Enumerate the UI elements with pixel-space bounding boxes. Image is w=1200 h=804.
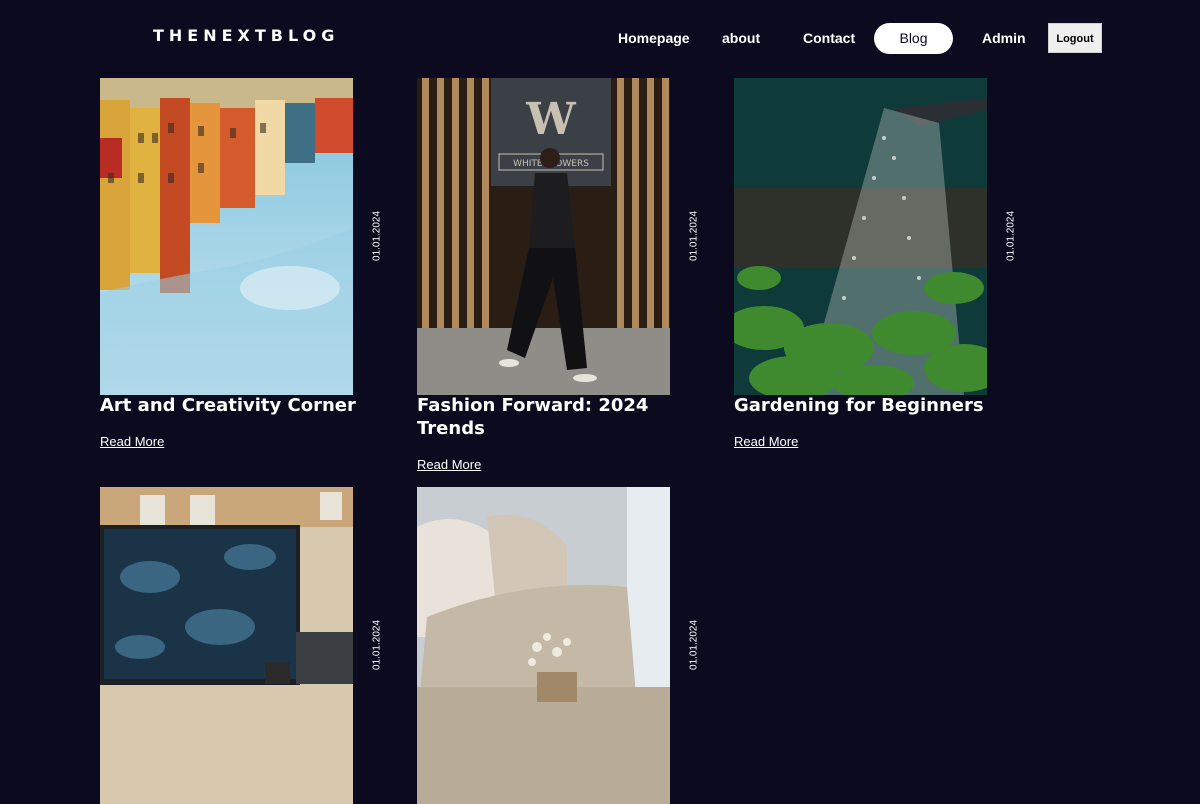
read-more-link[interactable]: Read More: [417, 457, 481, 472]
nav-homepage[interactable]: Homepage: [618, 23, 690, 54]
post-image-fashion-model[interactable]: W WHITE FLOWERS: [417, 78, 670, 395]
post-image-canal-reflection[interactable]: [100, 78, 353, 395]
post-title[interactable]: Gardening for Beginners: [734, 394, 1004, 417]
nav-admin[interactable]: Admin: [982, 23, 1026, 54]
main-nav: Homepage about Contact Blog Admin Logout: [0, 23, 1200, 54]
post-date: 01.01.2024: [688, 210, 700, 262]
post-date: 01.01.2024: [688, 619, 700, 671]
post-title[interactable]: Fashion Forward: 2024 Trends: [417, 394, 687, 440]
nav-about[interactable]: about: [722, 23, 760, 54]
read-more-link[interactable]: Read More: [100, 434, 164, 449]
logout-button[interactable]: Logout: [1048, 23, 1102, 53]
svg-text:W: W: [525, 94, 576, 145]
nav-blog[interactable]: Blog: [874, 23, 953, 54]
post-date: 01.01.2024: [371, 210, 383, 262]
post-date: 01.01.2024: [1005, 210, 1017, 262]
read-more-link[interactable]: Read More: [734, 434, 798, 449]
post-image-watering-plants[interactable]: [734, 78, 987, 395]
nav-contact[interactable]: Contact: [803, 23, 855, 54]
post-date: 01.01.2024: [371, 619, 383, 671]
post-title[interactable]: Art and Creativity Corner: [100, 394, 370, 417]
post-image-desk-setup[interactable]: [100, 487, 353, 804]
post-image-sofa[interactable]: [417, 487, 670, 804]
